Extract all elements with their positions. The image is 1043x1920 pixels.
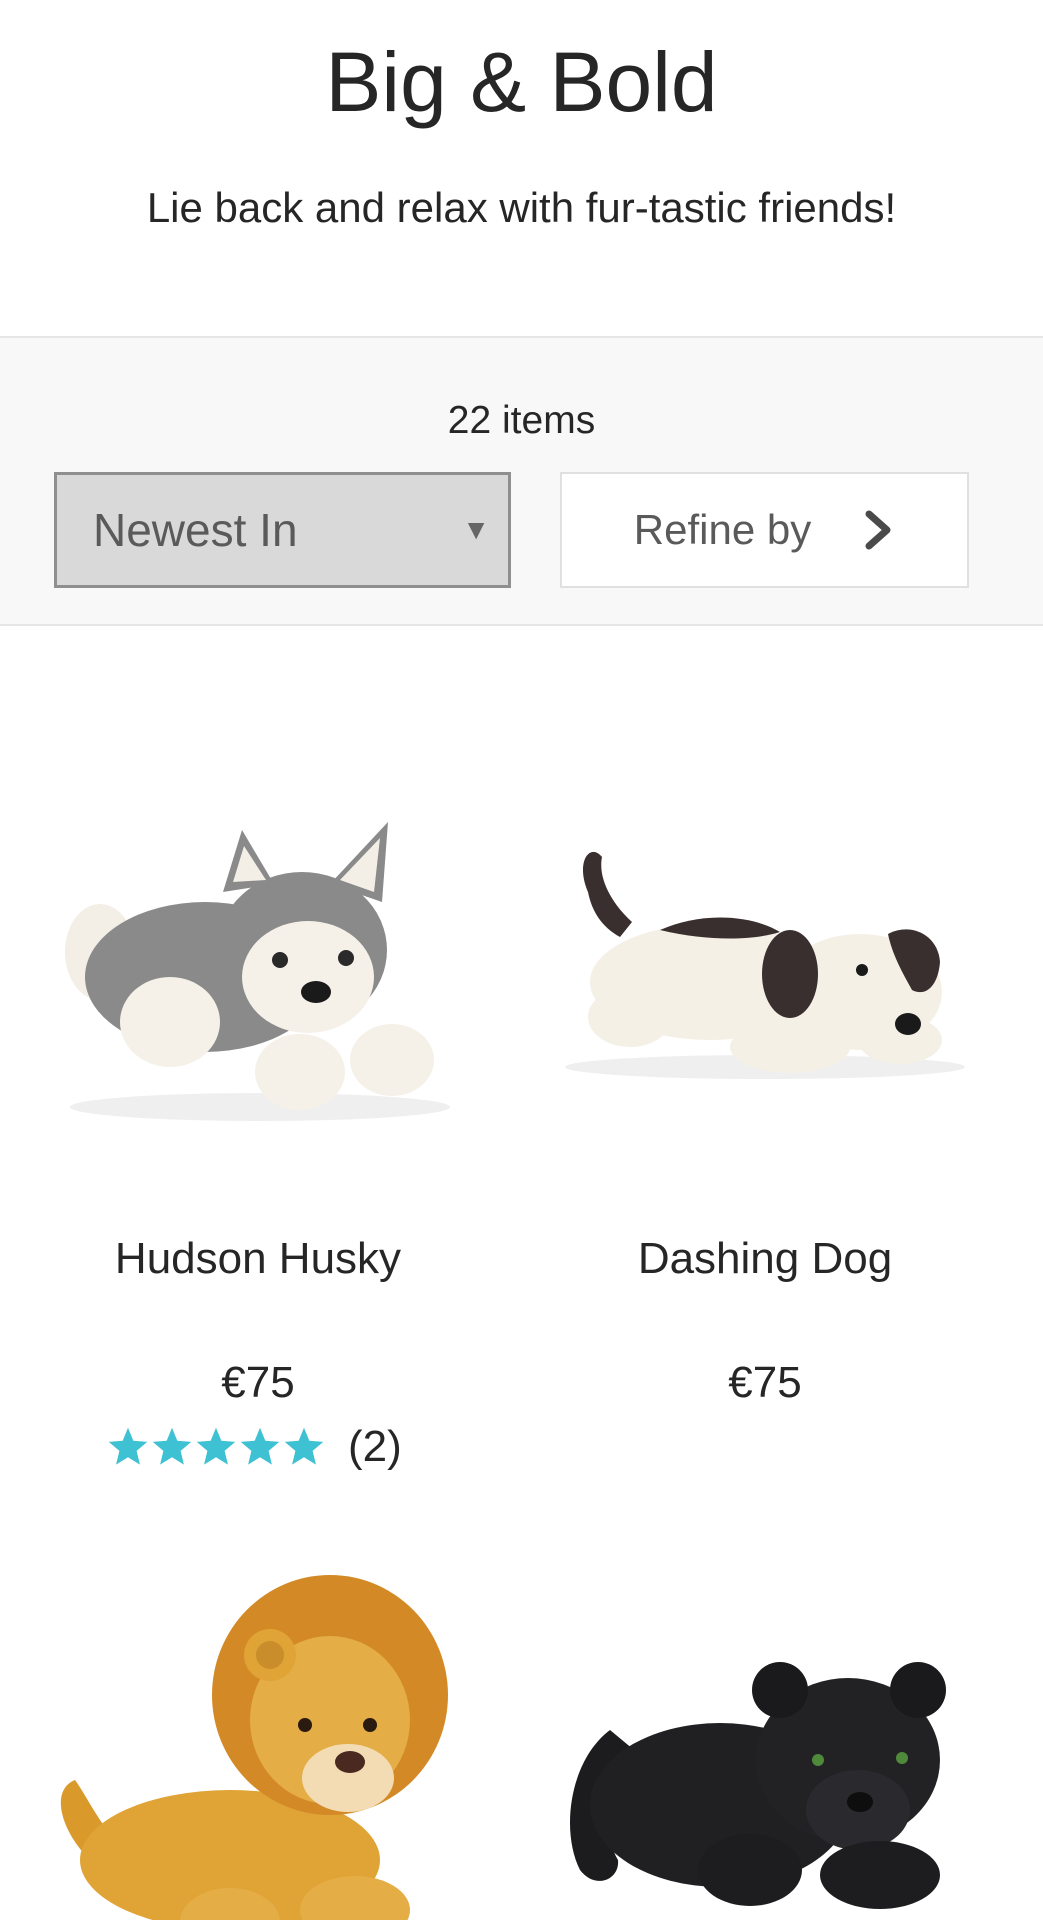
page-subtitle: Lie back and relax with fur-tastic frien… <box>146 184 897 231</box>
star-icon <box>152 1427 192 1465</box>
lion-plush-image[interactable] <box>30 1530 480 1920</box>
product-price: €75 <box>728 1358 802 1407</box>
sort-select[interactable]: Newest In ▼ <box>54 472 511 588</box>
star-icon <box>196 1427 236 1465</box>
star-icon <box>284 1427 324 1465</box>
dropdown-caret-icon: ▼ <box>462 514 490 545</box>
chevron-right-icon <box>865 510 891 550</box>
refine-by-label: Refine by <box>633 506 812 553</box>
star-icon <box>108 1427 148 1465</box>
star-icon <box>240 1427 280 1465</box>
refine-by-button[interactable]: Refine by <box>560 472 969 588</box>
sort-selected-value: Newest In <box>93 504 298 556</box>
product-name[interactable]: Hudson Husky <box>8 1232 508 1286</box>
review-count: (2) <box>348 1422 402 1471</box>
page-title: Big & Bold <box>325 35 718 129</box>
panther-plush-image[interactable] <box>540 1530 990 1920</box>
product-name[interactable]: Dashing Dog <box>515 1232 1015 1286</box>
item-count: 22 items <box>447 399 596 442</box>
dog-plush-image[interactable] <box>540 762 990 1212</box>
husky-plush-image[interactable] <box>30 762 480 1212</box>
filter-bar: 22 items Newest In ▼ Refine by <box>0 336 1043 626</box>
product-price: €75 <box>221 1358 295 1407</box>
rating-row: (2) <box>106 1420 402 1474</box>
